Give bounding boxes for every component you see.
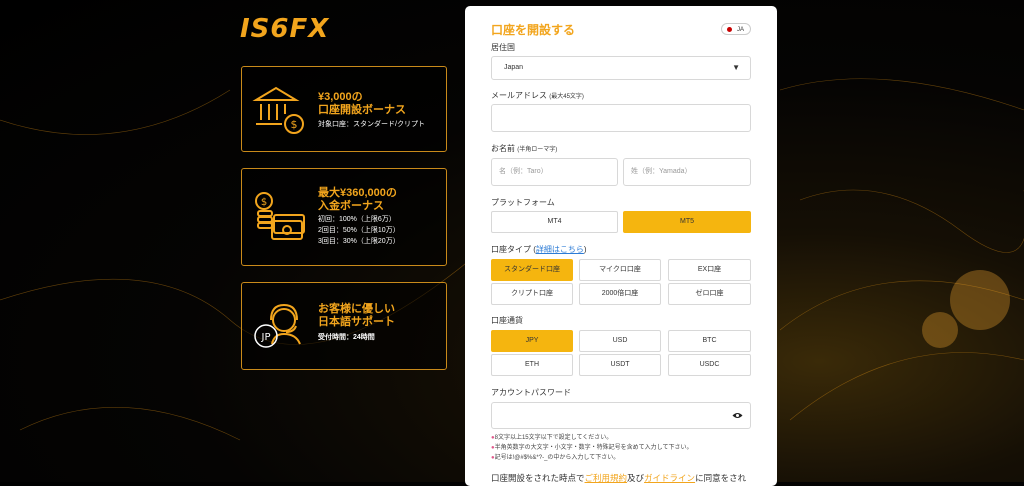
account-type-label: 口座タイプ (詳細はこちら) bbox=[491, 245, 587, 254]
currency-jpy[interactable]: JPY bbox=[491, 330, 573, 352]
country-label: 居住国 bbox=[491, 43, 515, 52]
promo-detail: 初回：100%（上限6万） bbox=[318, 216, 396, 223]
password-rule: ●半角英数字の大文字・小文字・数字・特殊記号を含めて入力して下さい。 bbox=[491, 445, 693, 451]
password-field[interactable] bbox=[491, 402, 751, 429]
password-rule: ●記号は!@#$%&*?-_の中から入力して下さい。 bbox=[491, 455, 620, 461]
bank-coin-icon: $ bbox=[252, 86, 304, 134]
form-title: 口座を開設する bbox=[491, 23, 576, 37]
promo-card-support: JP お客様に優しい 日本語サポート 受付時間：24時間 bbox=[241, 282, 447, 370]
account-type-2000x[interactable]: 2000倍口座 bbox=[579, 283, 661, 305]
currency-usdc[interactable]: USDC bbox=[668, 354, 751, 376]
account-type-zero[interactable]: ゼロ口座 bbox=[668, 283, 751, 305]
promo-title-line1: ¥3,000の bbox=[318, 91, 363, 103]
svg-text:$: $ bbox=[291, 118, 298, 131]
password-label: アカウントパスワード bbox=[491, 388, 571, 397]
language-code: JA bbox=[736, 27, 744, 33]
password-rule: ●8文字以上15文字以下で設定してください。 bbox=[491, 435, 613, 441]
promo-card-deposit-bonus: $ 最大¥360,000の 入金ボーナス 初回：100%（上限6万） 2回目：5… bbox=[241, 168, 447, 266]
eye-icon[interactable] bbox=[732, 411, 743, 420]
account-type-ex[interactable]: EX口座 bbox=[668, 259, 751, 281]
support-headset-icon: JP bbox=[254, 303, 301, 348]
platform-mt4-button[interactable]: MT4 bbox=[491, 211, 618, 233]
platform-mt5-button[interactable]: MT5 bbox=[623, 211, 751, 233]
platform-label: プラットフォーム bbox=[491, 198, 555, 207]
currency-label: 口座通貨 bbox=[491, 316, 523, 325]
country-value: Japan bbox=[504, 64, 524, 71]
promo-title-line1: お客様に優しい bbox=[318, 303, 395, 315]
promo-title-line2: 日本語サポート bbox=[318, 316, 395, 328]
language-selector[interactable]: JA bbox=[721, 23, 751, 35]
currency-eth[interactable]: ETH bbox=[491, 354, 573, 376]
brand-logo[interactable]: IS6FX bbox=[240, 14, 329, 44]
promo-detail: 3回目：30%（上限20万） bbox=[318, 238, 400, 245]
account-type-micro[interactable]: マイクロ口座 bbox=[579, 259, 661, 281]
promo-title-line1: 最大¥360,000の bbox=[318, 187, 397, 199]
account-type-details-link[interactable]: 詳細はこちら bbox=[536, 245, 584, 254]
account-open-form: 口座を開設する JA 居住国 Japan ▼ メールアドレス (最大45文字) … bbox=[465, 6, 777, 486]
currency-btc[interactable]: BTC bbox=[668, 330, 751, 352]
account-type-standard[interactable]: スタンダード口座 bbox=[491, 259, 573, 281]
flag-japan-icon bbox=[727, 27, 732, 32]
name-label: お名前 (半角ローマ字) bbox=[491, 144, 558, 153]
currency-usd[interactable]: USD bbox=[579, 330, 661, 352]
promo-card-account-bonus: $ ¥3,000の 口座開設ボーナス 対象口座：スタンダード/クリプト bbox=[241, 66, 447, 152]
account-type-crypto[interactable]: クリプト口座 bbox=[491, 283, 573, 305]
jp-badge: JP bbox=[261, 332, 271, 343]
dropdown-caret-icon: ▼ bbox=[732, 63, 740, 72]
money-stack-icon: $ bbox=[255, 192, 305, 240]
promo-title-line2: 入金ボーナス bbox=[318, 200, 384, 212]
promo-detail: 対象口座：スタンダード/クリプト bbox=[318, 121, 425, 128]
country-select[interactable]: Japan ▼ bbox=[491, 56, 751, 80]
email-label: メールアドレス (最大45文字) bbox=[491, 91, 584, 100]
promo-detail: 2回目：50%（上限10万） bbox=[318, 227, 400, 234]
email-field[interactable] bbox=[491, 104, 751, 132]
first-name-field[interactable]: 名（例：Taro） bbox=[491, 158, 618, 186]
promo-title-line2: 口座開設ボーナス bbox=[318, 104, 406, 116]
last-name-field[interactable]: 姓（例：Yamada） bbox=[623, 158, 751, 186]
terms-agreement-text: 口座開設をされた時点でご利用規約及びガイドラインに同意をされ bbox=[491, 473, 747, 483]
svg-text:$: $ bbox=[261, 197, 267, 208]
currency-usdt[interactable]: USDT bbox=[579, 354, 661, 376]
promo-detail: 受付時間：24時間 bbox=[318, 334, 375, 341]
